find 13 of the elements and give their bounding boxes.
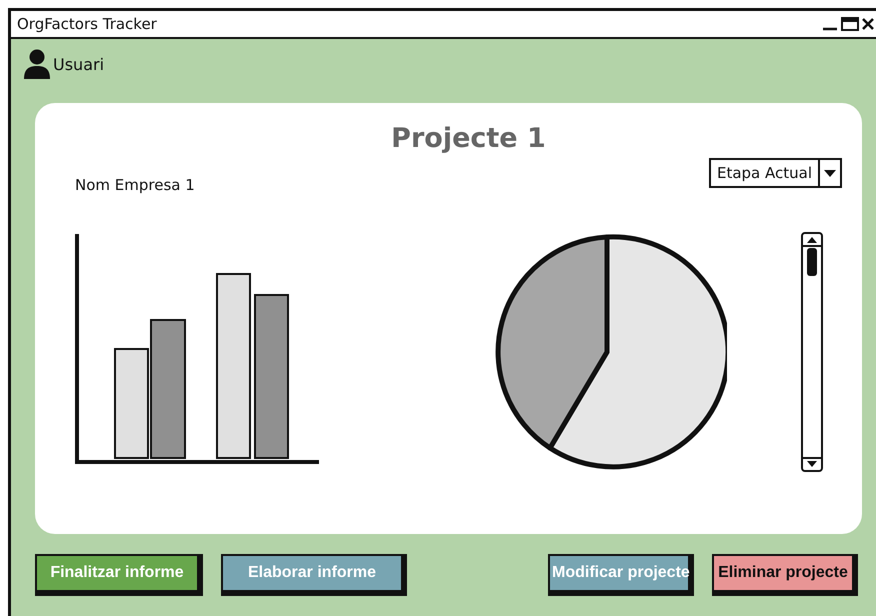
company-name: Nom Empresa 1: [75, 176, 195, 194]
close-icon[interactable]: [862, 18, 874, 30]
user-icon: [23, 49, 51, 79]
action-button[interactable]: Finalitzar informe: [35, 554, 203, 596]
stage-dropdown[interactable]: Etapa Actual: [708, 158, 842, 188]
user-name: Usuari: [53, 54, 104, 74]
window-title: OrgFactors Tracker: [17, 15, 158, 33]
maximize-icon[interactable]: [841, 17, 859, 31]
scrollbar[interactable]: [801, 232, 823, 472]
caret-icon: [824, 170, 836, 176]
action-button[interactable]: Eliminar projecte: [712, 554, 858, 596]
project-title: Projecte 1: [390, 123, 547, 154]
action-button[interactable]: Elaborar informe: [221, 554, 407, 596]
